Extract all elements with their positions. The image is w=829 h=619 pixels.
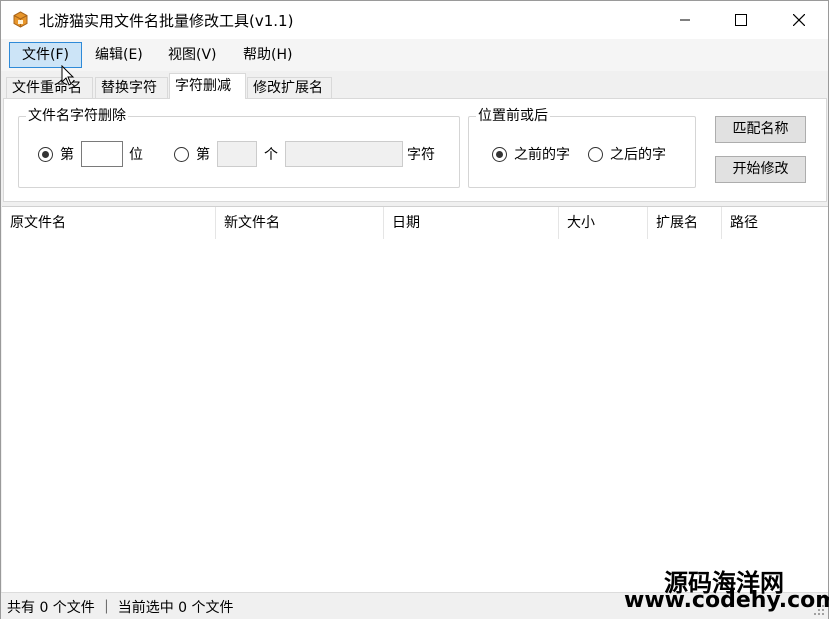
radio-count[interactable] xyxy=(174,147,189,162)
col-extension[interactable]: 扩展名 xyxy=(648,207,722,239)
match-names-button[interactable]: 匹配名称 xyxy=(715,116,806,143)
radio-count-middle: 个 xyxy=(264,147,278,163)
menu-edit[interactable]: 编辑(E) xyxy=(86,42,152,68)
menu-view[interactable]: 视图(V) xyxy=(159,42,226,68)
tab-replace-chars[interactable]: 替换字符 xyxy=(95,77,168,99)
radio-count-suffix: 字符 xyxy=(407,147,435,163)
radio-after[interactable] xyxy=(588,147,603,162)
tab-file-rename[interactable]: 文件重命名 xyxy=(6,77,93,99)
watermark-url: www.codehy.com xyxy=(624,588,829,613)
app-logo-icon xyxy=(12,11,29,28)
tab-strip: 文件重命名 替换字符 字符删减 修改扩展名 xyxy=(1,73,828,99)
col-new-name[interactable]: 新文件名 xyxy=(216,207,384,239)
start-modify-button[interactable]: 开始修改 xyxy=(715,156,806,183)
radio-count-prefix: 第 xyxy=(196,147,210,163)
tab-char-delete[interactable]: 字符删减 xyxy=(169,73,246,99)
maximize-button[interactable] xyxy=(712,1,770,39)
minimize-button[interactable] xyxy=(656,1,714,39)
tab-change-extension[interactable]: 修改扩展名 xyxy=(247,77,332,99)
position-group: 位置前或后 之前的字 之后的字 xyxy=(468,107,696,188)
radio-before[interactable] xyxy=(492,147,507,162)
radio-position[interactable] xyxy=(38,147,53,162)
mouse-cursor-icon xyxy=(61,64,75,87)
file-list[interactable]: 原文件名 新文件名 日期 大小 扩展名 路径 xyxy=(2,206,828,592)
col-size[interactable]: 大小 xyxy=(559,207,648,239)
col-original-name[interactable]: 原文件名 xyxy=(2,207,216,239)
col-date[interactable]: 日期 xyxy=(384,207,559,239)
minimize-icon xyxy=(680,19,690,21)
window-title: 北游猫实用文件名批量修改工具(v1.1) xyxy=(39,12,294,30)
position-input[interactable] xyxy=(81,141,123,167)
radio-position-suffix: 位 xyxy=(129,147,143,163)
menu-bar: 文件(F) 编辑(E) 视图(V) 帮助(H) xyxy=(1,39,828,71)
col-path[interactable]: 路径 xyxy=(722,207,828,239)
maximize-icon xyxy=(735,14,747,26)
delete-group: 文件名字符删除 第 位 第 个 字符 xyxy=(18,107,460,188)
app-window: 北游猫实用文件名批量修改工具(v1.1) 文件(F) 编辑(E) 视图(V) 帮… xyxy=(0,0,829,619)
menu-help[interactable]: 帮助(H) xyxy=(234,42,301,68)
status-text: 共有 0 个文件 ｜ 当前选中 0 个文件 xyxy=(7,600,234,616)
close-icon xyxy=(793,14,805,26)
radio-after-label: 之后的字 xyxy=(610,147,666,163)
radio-position-prefix: 第 xyxy=(60,147,74,163)
close-button[interactable] xyxy=(770,1,828,39)
delete-group-legend: 文件名字符删除 xyxy=(26,107,128,125)
radio-before-label: 之前的字 xyxy=(514,147,570,163)
position-group-legend: 位置前或后 xyxy=(476,107,550,125)
chars-input[interactable] xyxy=(285,141,403,167)
count-input[interactable] xyxy=(217,141,257,167)
title-bar: 北游猫实用文件名批量修改工具(v1.1) xyxy=(1,1,828,39)
tab-panel: 文件名字符删除 第 位 第 个 字符 位置前或后 之前的字 之后的字 匹配名称 … xyxy=(3,98,827,202)
